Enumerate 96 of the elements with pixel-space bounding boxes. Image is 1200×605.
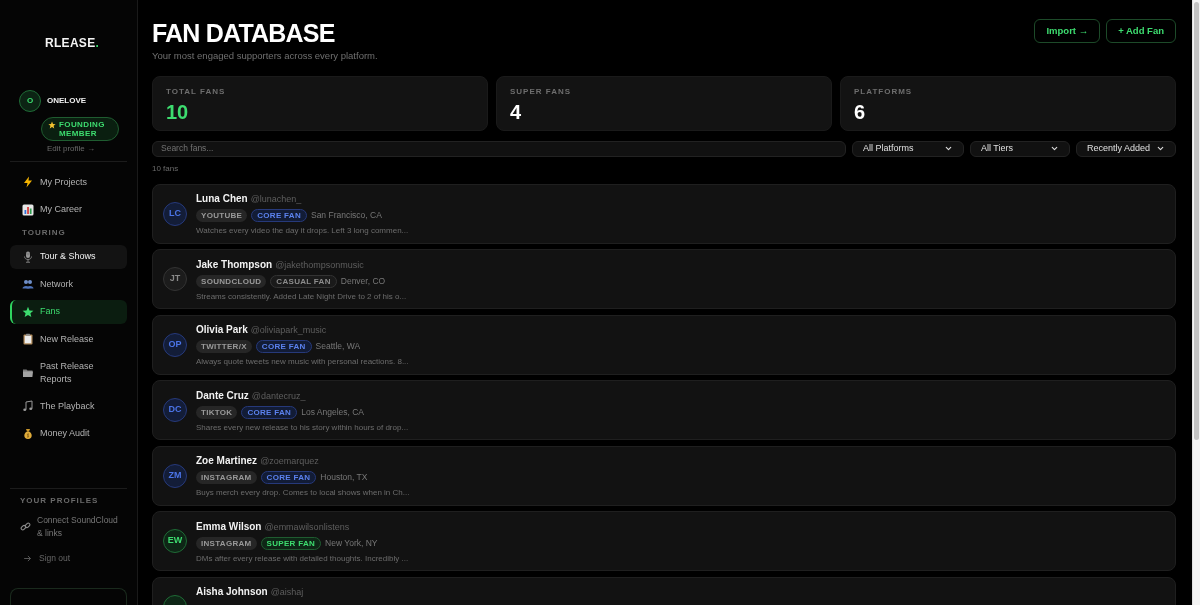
location-text: Denver, CO <box>340 274 386 288</box>
page-subtitle: Your most engaged supporters across every platform. <box>152 50 378 62</box>
fan-avatar: LC <box>163 201 187 226</box>
star-icon <box>22 305 34 318</box>
fan-avatar: DC <box>163 398 187 422</box>
tier-tag: SUPER FAN <box>260 536 322 550</box>
fan-avatar: ZM <box>163 463 187 488</box>
platform-tag: SOUNDCLOUD <box>196 274 267 288</box>
fan-avatar: JT <box>163 267 187 291</box>
tier-tag: CORE FAN <box>260 471 317 484</box>
platform-tag: INSTAGRAM <box>196 471 257 484</box>
stat-value: 10 <box>166 101 189 123</box>
music-note-icon <box>22 400 34 412</box>
bar-chart-icon <box>22 203 34 216</box>
fan-avatar: EW <box>163 529 187 553</box>
fan-handle: @aishaj <box>270 587 304 598</box>
location-text: New York, NY <box>325 536 378 550</box>
location-text: San Francisco, CA <box>310 209 382 222</box>
fan-name: Zoe Martinez <box>196 455 258 466</box>
logo: RLEASE. <box>45 36 100 50</box>
fan-handle: @emmawilsonlistens <box>264 521 350 533</box>
location-text: Houston, TX <box>320 471 368 484</box>
nav-item[interactable]: Fans <box>10 299 127 324</box>
fan-handle: @zoemarquez <box>260 456 319 467</box>
tier-tag: CORE FAN <box>241 405 298 419</box>
money-bag-icon <box>22 427 34 440</box>
nav-item[interactable]: My Career <box>10 197 127 222</box>
fan-card[interactable]: JT Jake Thompson @jakethompsonmusic SOUNDCLOUD CASUAL FAN Denver, CO Streams consistently. Added Late Night Drive to 2 of his o... <box>152 249 1176 309</box>
fan-avatar: OP <box>163 332 187 357</box>
stat-label: PLATFORMS <box>854 87 913 97</box>
fan-name: Luna Chen <box>196 193 248 204</box>
fan-card[interactable]: OP Olivia Park @oliviapark_music TWITTER/X CORE FAN Seattle, WA Always quote tweets new music with personal reactions. 8... <box>152 314 1176 375</box>
fan-card[interactable]: EW Emma Wilson @emmawilsonlistens INSTAGRAM SUPER FAN New York, NY DMs after every release with detailed thoughts. Incredibly ... <box>152 511 1176 571</box>
fan-handle: @lunachen_ <box>250 194 302 205</box>
tier-tag: CORE FAN <box>255 340 312 353</box>
stat-label: TOTAL FANS <box>166 87 226 97</box>
fan-handle: @dantecruz_ <box>251 390 306 402</box>
fan-card[interactable]: ZM Zoe Martinez @zoemarquez INSTAGRAM CORE FAN Houston, TX Buys merch every drop. Comes to local shows when in Ch... <box>152 445 1176 506</box>
nav-item[interactable]: New Release <box>10 327 127 351</box>
people-icon <box>22 278 34 290</box>
location-text: Los Angeles, CA <box>301 405 365 419</box>
header-button[interactable]: Import → <box>1034 19 1101 43</box>
platform-tag: TIKTOK <box>196 405 238 419</box>
dropdown[interactable]: All Tiers <box>970 141 1070 157</box>
nav-item[interactable]: Past Release Reports <box>10 354 127 391</box>
fan-note: Buys merch every drop. Comes to local shows when in Ch... <box>196 488 410 498</box>
tier-tag: CASUAL FAN <box>270 274 337 288</box>
dropdown[interactable]: Recently Added <box>1076 141 1176 157</box>
tier-tag: CORE FAN <box>251 209 307 222</box>
section-heading: TOURING <box>22 228 66 238</box>
link-icon <box>20 521 31 532</box>
sign-out-link[interactable]: Sign out <box>23 551 71 565</box>
nav-item[interactable]: Money Audit <box>10 421 127 446</box>
star-icon <box>48 120 56 129</box>
nav-item[interactable]: Network <box>10 272 127 296</box>
profile-name: ONELOVE <box>47 95 87 107</box>
fan-name: Emma Wilson <box>196 520 262 532</box>
search-field[interactable]: Search fans... <box>152 141 846 157</box>
nav-item[interactable]: My Projects <box>10 170 127 194</box>
dropdown[interactable]: All Platforms <box>852 141 964 157</box>
fan-name: Dante Cruz <box>196 389 249 401</box>
nav-item[interactable]: Tour & Shows <box>10 244 127 269</box>
platform-tag: INSTAGRAM <box>196 536 257 550</box>
stat-label: SUPER FANS <box>510 87 572 97</box>
scrollbar-thumb[interactable] <box>1194 2 1199 440</box>
fan-note: Shares every new release to his story within hours of drop... <box>196 422 409 433</box>
nav-item[interactable]: The Playback <box>10 394 127 418</box>
microphone-icon <box>22 250 34 263</box>
fan-name: Jake Thompson <box>196 258 273 270</box>
location-text: Seattle, WA <box>315 340 361 353</box>
lightning-icon <box>22 176 34 188</box>
fan-note: Always quote tweets new music with personal reactions. 8... <box>196 357 409 367</box>
fan-note: Watches every video the day it drops. Left 3 long commen... <box>196 226 409 236</box>
fan-note: Streams consistently. Added Late Night Drive to 2 of his o... <box>196 291 407 302</box>
section-heading: YOUR PROFILES <box>20 495 99 506</box>
fan-count: 10 fans <box>152 163 179 174</box>
platform-tag: TWITTER/X <box>196 340 252 353</box>
arrow-icon <box>23 553 32 563</box>
fan-note: DMs after every release with detailed thoughts. Incredibly ... <box>196 553 409 564</box>
connect-link[interactable]: Connect SoundCloud & links <box>20 513 121 540</box>
stat-value: 4 <box>510 101 522 123</box>
fan-handle: @oliviapark_music <box>250 325 327 336</box>
fan-name: Olivia Park <box>196 324 248 335</box>
fan-card[interactable]: LC Luna Chen @lunachen_ YOUTUBE CORE FAN San Francisco, CA Watches every video the day it drops. Left 3 long commen... <box>152 183 1176 244</box>
stat-value: 6 <box>854 101 866 123</box>
profile-avatar: O <box>19 90 41 112</box>
fan-card[interactable]: DC Dante Cruz @dantecruz_ TIKTOK CORE FAN Los Angeles, CA Shares every new release to his story within hours of drop... <box>152 380 1176 440</box>
fan-card[interactable]: Aisha Johnson @aishaj <box>152 576 1176 605</box>
header-button[interactable]: + Add Fan <box>1106 19 1176 43</box>
clipboard-icon <box>22 333 34 345</box>
edit-profile-link[interactable]: Edit profile → <box>47 144 96 154</box>
page-title: FAN DATABASE <box>152 19 335 47</box>
founding-member-badge: FOUNDING MEMBER <box>41 117 119 141</box>
fan-handle: @jakethompsonmusic <box>275 259 364 271</box>
platform-tag: YOUTUBE <box>196 209 248 222</box>
fan-name: Aisha Johnson <box>196 586 268 597</box>
